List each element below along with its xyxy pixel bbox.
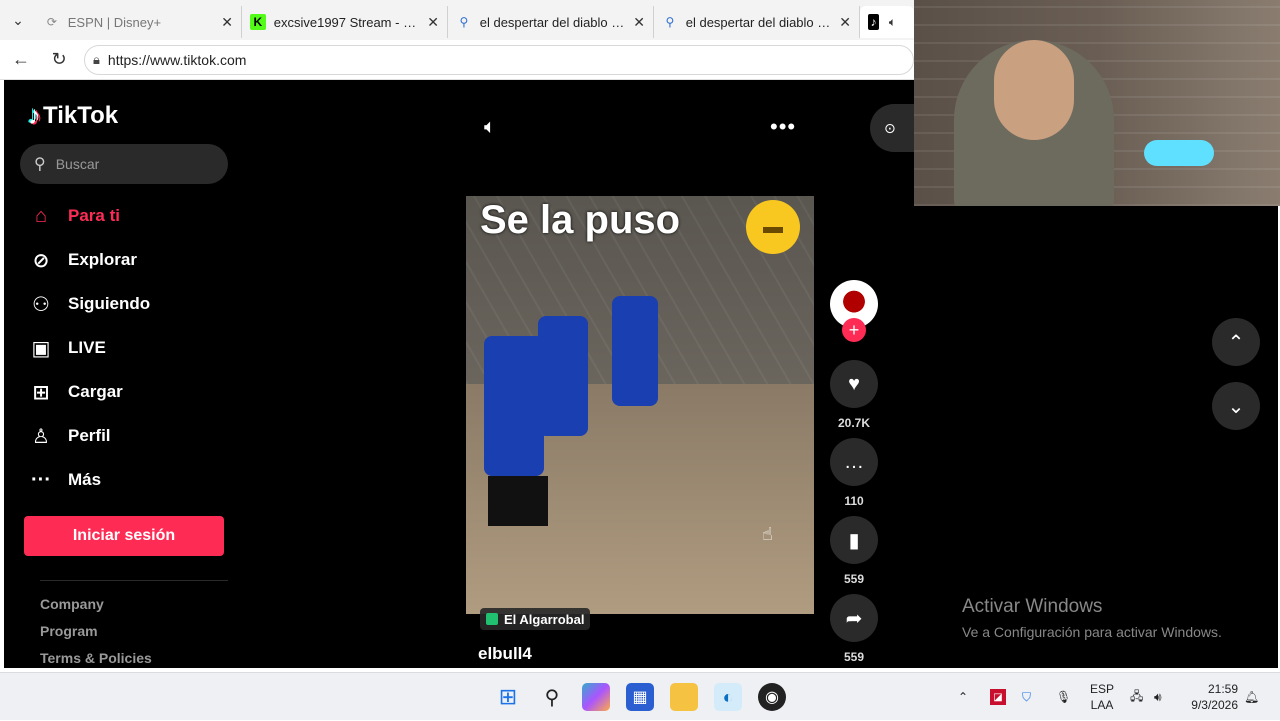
search-icon: ⚲ [34, 156, 46, 173]
divider [40, 580, 228, 581]
browser-tab-kick[interactable]: K excsive1997 Stream - Watch ✕ [242, 6, 448, 38]
compass-icon: ⊘ [32, 249, 50, 272]
video-figure [612, 296, 658, 406]
search-icon[interactable]: ⚲ [538, 683, 566, 711]
menu-item-siguiendo[interactable]: ⚇ Siguiendo [28, 282, 150, 326]
author-avatar[interactable]: + [830, 280, 878, 342]
windows-taskbar: ⊞ ⚲ ▦ ◐ ◉ ⌃ ◪ ⛉ 🎙︎ ESP LAA 🖧︎ 🔊︎ 21:59 9… [0, 672, 1280, 720]
more-options-icon[interactable]: ••• [770, 114, 796, 140]
previous-video-chevron-up-icon[interactable]: ⌃ [1212, 318, 1260, 366]
action-bar: + ♥ 20.7K … 110 ▮ 559 ➦ 559 [830, 280, 878, 664]
follow-plus-icon[interactable]: + [842, 318, 866, 342]
video-player[interactable]: Se la puso ▬ [466, 196, 814, 614]
windows-activation-watermark: Activar Windows Ve a Configuración para … [962, 596, 1222, 640]
file-explorer-icon[interactable] [670, 683, 698, 711]
share-action[interactable]: ➦ 559 [830, 594, 878, 664]
following-icon: ⚇ [32, 293, 50, 316]
tab-actions-chevron-icon[interactable]: ⌄ [0, 0, 36, 40]
copilot-icon[interactable] [582, 683, 610, 711]
upload-icon: ⊞ [32, 381, 50, 404]
comment-icon[interactable]: … [830, 438, 878, 486]
browser-tab-bar: ⌄ ⟳ ESPN | Disney+ ✕ K excsive1997 Strea… [0, 0, 914, 40]
video-figure [538, 316, 588, 436]
speaker-icon[interactable]: 🔈︎ [887, 14, 898, 30]
location-tag[interactable]: El Algarrobal [480, 608, 591, 630]
menu-item-mas[interactable]: ··· Más [28, 458, 150, 502]
location-pin-icon [486, 613, 498, 625]
more-icon: ··· [31, 468, 51, 491]
login-button[interactable]: Iniciar sesión [24, 516, 224, 556]
footer-link-terms[interactable]: Terms & Policies [40, 650, 152, 668]
close-tab-icon[interactable]: ✕ [633, 14, 645, 31]
search-icon: ⚲ [459, 15, 469, 29]
save-action[interactable]: ▮ 559 [830, 516, 878, 586]
system-clock[interactable]: 21:59 9/3/2026 [1182, 681, 1238, 713]
main-menu: ⌂ Para ti ⊘ Explorar ⚇ Siguiendo ▣ LIVE … [28, 194, 150, 502]
browser-tab-search-1[interactable]: ⚲ el despertar del diablo defo ✕ [448, 6, 654, 38]
webcam-overlay [914, 0, 1280, 206]
next-video-chevron-down-icon[interactable]: ⌄ [1212, 382, 1260, 430]
video-author[interactable]: elbull4 [478, 644, 532, 664]
menu-item-perfil[interactable]: ♙ Perfil [28, 414, 150, 458]
menu-item-para-ti[interactable]: ⌂ Para ti [28, 194, 150, 238]
search-icon: ⚲ [665, 15, 675, 29]
live-icon: ▣ [31, 337, 51, 360]
footer-links: Company Program Terms & Policies [40, 596, 152, 668]
close-tab-icon[interactable]: ✕ [427, 14, 439, 31]
notification-bell-icon[interactable]: 🔔︎ [1244, 673, 1259, 721]
microphone-icon[interactable]: 🎙︎ [1056, 673, 1071, 721]
home-icon: ⌂ [34, 204, 48, 227]
search-input[interactable] [55, 156, 206, 172]
tiktok-note-icon: ♪ [28, 100, 41, 130]
url-field[interactable]: 🔒︎ https://www.tiktok.com [84, 44, 914, 75]
kick-icon: K [250, 14, 266, 30]
browser-tab-espn[interactable]: ⟳ ESPN | Disney+ ✕ [36, 6, 242, 38]
network-icon[interactable]: 🖧︎ [1130, 673, 1143, 721]
video-figure [484, 336, 544, 476]
hand-cursor-icon: ☝︎ [762, 524, 773, 544]
tiktok-logo[interactable]: ♪ TikTok [28, 100, 118, 131]
store-icon[interactable]: ▦ [626, 683, 654, 711]
menu-item-live[interactable]: ▣ LIVE [28, 326, 150, 370]
profile-icon: ♙ [32, 425, 50, 448]
browser-tab-search-2[interactable]: ⚲ el despertar del diablo defo ✕ [654, 6, 860, 38]
windows-start-icon[interactable]: ⊞ [494, 683, 522, 711]
obs-icon[interactable]: ◉ [758, 683, 786, 711]
close-tab-icon[interactable]: ✕ [221, 14, 233, 31]
browser-tab-tiktok[interactable]: ♪ 🔈︎ [860, 6, 914, 38]
comment-action[interactable]: … 110 [830, 438, 878, 508]
grinning-emoji-icon: ▬ [746, 200, 800, 254]
language-indicator[interactable]: ESP LAA [1088, 681, 1116, 713]
tiktok-circle-icon: ⊙ [884, 119, 896, 136]
refresh-icon[interactable]: ↻ [42, 43, 76, 77]
bookmark-icon[interactable]: ▮ [830, 516, 878, 564]
microphone [1144, 140, 1214, 166]
share-arrow-icon[interactable]: ➦ [830, 594, 878, 642]
footer-link-company[interactable]: Company [40, 596, 152, 623]
menu-item-cargar[interactable]: ⊞ Cargar [28, 370, 150, 414]
volume-icon[interactable]: 🔈︎ [484, 116, 496, 139]
sidebar: ♪ TikTok ⚲ ⌂ Para ti ⊘ Explorar ⚇ Siguie… [4, 80, 244, 668]
webcam-person-head [994, 40, 1074, 140]
lock-icon[interactable]: 🔒︎ [93, 52, 100, 68]
show-hidden-icons-chevron-icon[interactable]: ⌃ [958, 673, 968, 721]
edge-browser-icon[interactable]: ◐ [714, 683, 742, 711]
tiktok-favicon-icon: ♪ [868, 14, 879, 30]
espn-icon: ⟳ [46, 15, 57, 29]
like-action[interactable]: ♥ 20.7K [830, 360, 878, 430]
menu-item-explorar[interactable]: ⊘ Explorar [28, 238, 150, 282]
footer-link-program[interactable]: Program [40, 623, 152, 650]
heart-icon[interactable]: ♥ [830, 360, 878, 408]
back-arrow-icon[interactable]: ← [4, 43, 38, 77]
video-caption: Se la puso [480, 198, 681, 242]
video-figure [488, 476, 548, 526]
amd-icon[interactable]: ◪ [990, 673, 1006, 721]
close-tab-icon[interactable]: ✕ [839, 14, 851, 31]
defender-shield-icon[interactable]: ⛉ [1022, 673, 1031, 721]
address-bar: ← ↻ 🔒︎ https://www.tiktok.com [0, 40, 914, 80]
volume-icon[interactable]: 🔊︎ [1154, 673, 1162, 721]
search-box[interactable]: ⚲ [20, 144, 228, 184]
